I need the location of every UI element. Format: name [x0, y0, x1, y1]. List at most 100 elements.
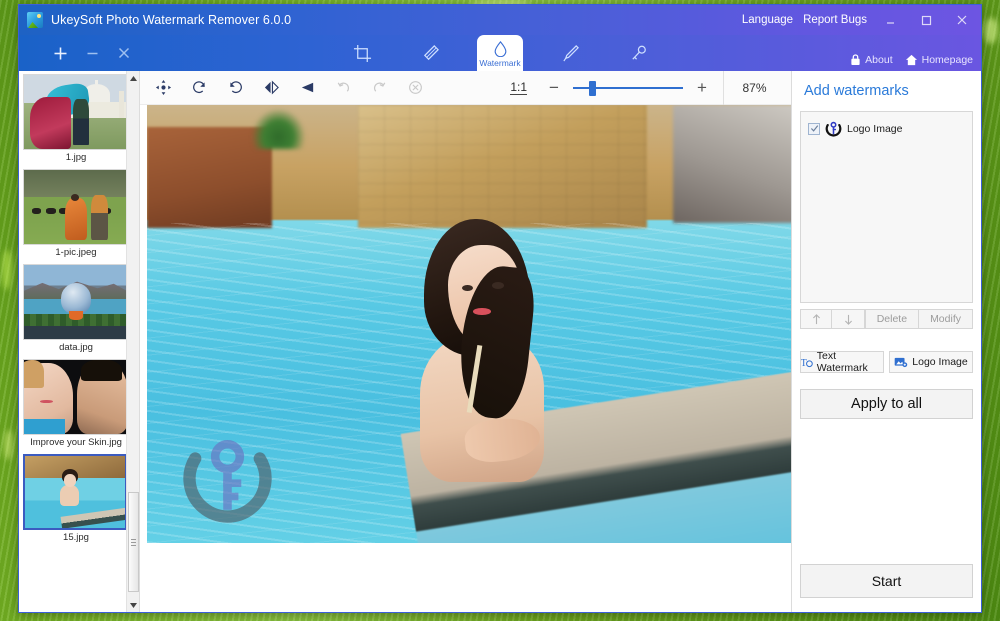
thumbnail-item-4[interactable]: Improve your Skin.jpg: [23, 359, 137, 449]
zoom-in-button[interactable]: +: [691, 77, 713, 99]
reset-button[interactable]: [398, 74, 432, 102]
window-body: 1.jpg 1-pic.jpeg: [19, 71, 981, 612]
thumbnail-item-1[interactable]: 1.jpg: [23, 74, 137, 164]
undo-button[interactable]: [326, 74, 360, 102]
logo-watermark-overlay[interactable]: [180, 430, 275, 525]
report-bugs-link[interactable]: Report Bugs: [803, 14, 867, 26]
watermark-item-label: Logo Image: [847, 123, 902, 135]
watermark-checkbox[interactable]: [808, 123, 820, 135]
logo-image-button[interactable]: Logo Image: [889, 351, 973, 373]
canvas-toolbar: 1:1 − + 87%: [140, 71, 791, 105]
apply-to-all-button[interactable]: Apply to all: [800, 389, 973, 419]
home-icon: [905, 54, 918, 66]
rotate-left-button[interactable]: [218, 74, 252, 102]
preview-image: [147, 105, 791, 543]
image-canvas[interactable]: [140, 105, 791, 612]
clear-files-button[interactable]: [113, 42, 135, 64]
tab-key[interactable]: [617, 35, 659, 71]
scrollbar-thumb[interactable]: [128, 492, 139, 592]
thumbnail-sidebar: 1.jpg 1-pic.jpeg: [19, 71, 139, 612]
brush-icon: [561, 44, 580, 63]
watermark-list-actions: Delete Modify: [800, 309, 973, 329]
tab-retouch[interactable]: [409, 35, 451, 71]
flip-horizontal-icon: [263, 79, 280, 96]
image-watermark-icon: [894, 356, 908, 369]
thumbnail-caption: 1.jpg: [23, 150, 129, 164]
logo-image-label: Logo Image: [912, 356, 967, 368]
remove-file-button[interactable]: [81, 42, 103, 64]
crop-icon: [353, 44, 372, 63]
watermark-type-buttons: T Text Watermark Logo Image: [800, 351, 973, 373]
file-actions: [19, 42, 135, 71]
flip-horizontal-button[interactable]: [254, 74, 288, 102]
tab-watermark-label: Watermark: [479, 58, 520, 68]
scroll-down-arrow[interactable]: [127, 598, 140, 612]
thumbnail-caption: data.jpg: [23, 340, 129, 354]
thumbnail-item-2[interactable]: 1-pic.jpeg: [23, 169, 137, 259]
title-bar: UkeySoft Photo Watermark Remover 6.0.0 L…: [19, 5, 981, 35]
desktop-leaf-2: [4, 430, 13, 460]
thumbnail-image: [23, 359, 127, 435]
main-toolbar: Watermark: [19, 35, 981, 71]
text-watermark-button[interactable]: T Text Watermark: [800, 351, 884, 373]
ukeysoft-logo-icon: [180, 430, 275, 525]
redo-button[interactable]: [362, 74, 396, 102]
app-window: UkeySoft Photo Watermark Remover 6.0.0 L…: [18, 4, 982, 613]
move-tool-button[interactable]: [146, 74, 180, 102]
key-icon: [629, 44, 648, 63]
move-down-button[interactable]: [832, 309, 864, 329]
rotate-right-button[interactable]: [182, 74, 216, 102]
flip-vertical-button[interactable]: [290, 74, 324, 102]
desktop-leaf-1: [2, 250, 12, 290]
panel-title: Add watermarks: [800, 71, 973, 111]
delete-watermark-button[interactable]: Delete: [865, 309, 919, 329]
zoom-slider[interactable]: [573, 77, 683, 99]
arrow-down-icon: [843, 313, 854, 326]
start-button[interactable]: Start: [800, 564, 973, 598]
add-files-button[interactable]: [49, 42, 71, 64]
homepage-link[interactable]: Homepage: [905, 54, 973, 66]
thumbnail-image: [23, 74, 127, 150]
rotate-left-icon: [227, 79, 244, 96]
close-button[interactable]: [949, 9, 975, 31]
zoom-slider-knob[interactable]: [589, 81, 596, 96]
tab-brush[interactable]: [549, 35, 591, 71]
thumbnail-item-5[interactable]: 15.jpg: [23, 454, 137, 544]
modify-watermark-button[interactable]: Modify: [919, 309, 973, 329]
about-link-label: About: [865, 54, 892, 66]
canvas-column: 1:1 − + 87%: [139, 71, 791, 612]
undo-icon: [335, 79, 352, 96]
thumbnail-caption: 1-pic.jpeg: [23, 245, 129, 259]
check-icon: [810, 124, 819, 133]
thumbnail-image: [23, 454, 127, 530]
rotate-right-icon: [191, 79, 208, 96]
thumbnail-list[interactable]: 1.jpg 1-pic.jpeg: [19, 71, 139, 612]
zoom-out-button[interactable]: −: [543, 77, 565, 99]
logo-image-icon: [825, 120, 842, 137]
toolbar-links: About Homepage: [850, 54, 973, 66]
tab-crop[interactable]: [341, 35, 383, 71]
scroll-up-arrow[interactable]: [127, 71, 140, 85]
thumbnail-scrollbar[interactable]: [126, 71, 139, 612]
move-up-button[interactable]: [800, 309, 832, 329]
about-link[interactable]: About: [850, 54, 892, 66]
svg-text:T: T: [801, 357, 807, 368]
redo-icon: [371, 79, 388, 96]
tab-watermark[interactable]: Watermark: [477, 35, 523, 71]
zoom-level-value: 87%: [723, 71, 785, 105]
arrow-up-icon: [811, 313, 822, 326]
text-watermark-label: Text Watermark: [817, 350, 883, 374]
scrollbar-track[interactable]: [127, 85, 140, 598]
move-icon: [155, 79, 172, 96]
watermark-list[interactable]: Logo Image: [800, 111, 973, 303]
text-watermark-icon: T: [801, 356, 813, 369]
lock-icon: [850, 54, 861, 66]
actual-size-button[interactable]: 1:1: [510, 81, 527, 95]
language-menu[interactable]: Language: [742, 14, 793, 26]
app-logo-icon: [27, 12, 43, 28]
thumbnail-item-3[interactable]: data.jpg: [23, 264, 137, 354]
thumbnail-caption: Improve your Skin.jpg: [23, 435, 129, 449]
watermark-list-item[interactable]: Logo Image: [806, 118, 967, 139]
maximize-button[interactable]: [913, 9, 939, 31]
minimize-button[interactable]: [877, 9, 903, 31]
